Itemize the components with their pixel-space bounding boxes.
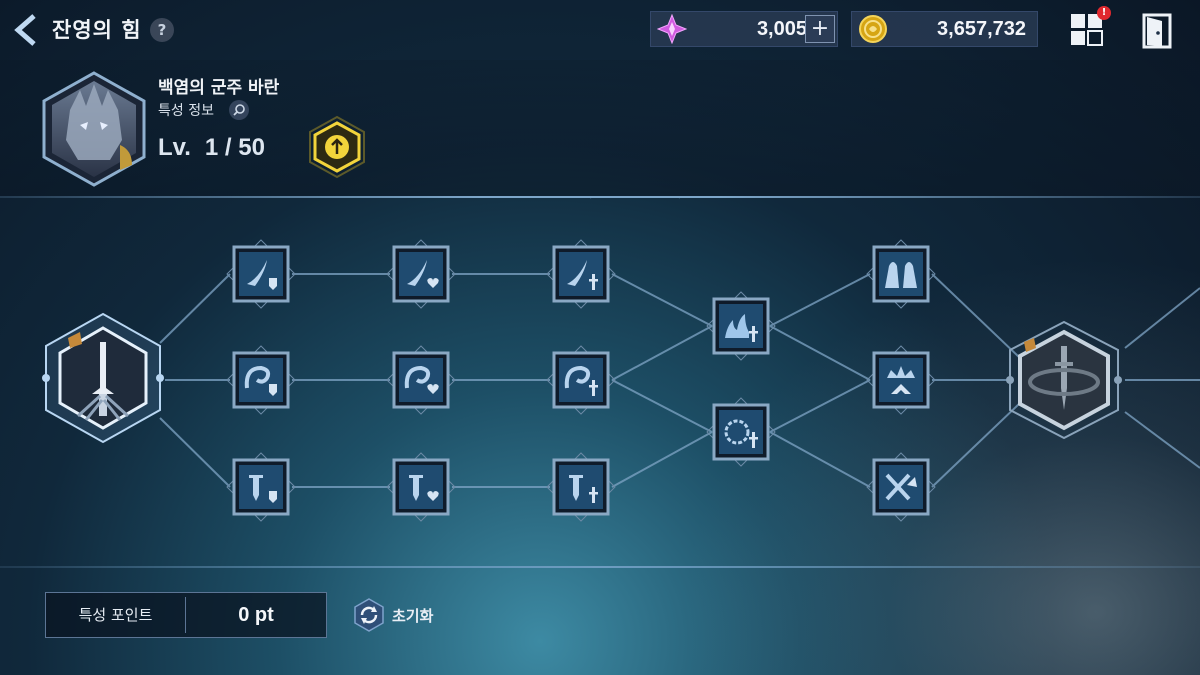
arrow-up-icon — [309, 115, 365, 179]
character-name: 백염의 군주 바란 — [158, 78, 280, 98]
trait-points-value: 0 pt — [238, 603, 274, 626]
gold-currency: 3,657,732 — [851, 11, 1038, 47]
character-avatar — [42, 71, 146, 187]
root-node-greatsword[interactable] — [38, 308, 168, 448]
node-flames-dagger[interactable] — [705, 290, 777, 362]
node-crossed-swords-arrow[interactable] — [865, 451, 937, 523]
sword-slash-dagger-icon — [546, 239, 616, 309]
reset-label: 초기화 — [392, 606, 434, 625]
gold-coin-icon — [859, 15, 887, 43]
gold-amount: 3,657,732 — [937, 17, 1026, 40]
greatsword-vortex-icon — [1006, 320, 1122, 440]
chevron-left-icon — [14, 14, 36, 46]
node-sword-slash-dagger[interactable] — [545, 238, 617, 310]
node-ring-dagger[interactable] — [705, 396, 777, 468]
crossed-swords-arrow-icon — [866, 452, 936, 522]
node-swirl-dagger[interactable] — [545, 344, 617, 416]
character-portrait[interactable] — [40, 70, 148, 188]
node-sword-slash-heart[interactable] — [385, 238, 457, 310]
back-button[interactable] — [10, 12, 44, 48]
node-swirl-shield[interactable] — [225, 344, 297, 416]
trait-info-link[interactable]: 특성 정보 — [158, 100, 214, 120]
refresh-icon — [354, 598, 384, 632]
level-display: Lv. 1 / 50 — [158, 134, 265, 162]
greatsword-icon — [42, 312, 164, 444]
reset-button[interactable]: 초기화 — [352, 597, 433, 633]
node-sword-slash-shield[interactable] — [225, 238, 297, 310]
node-crown-arrow[interactable] — [865, 344, 937, 416]
gem-amount: 3,005 — [756, 17, 807, 40]
hooded-figures-icon — [866, 239, 936, 309]
end-node-greatsword-vortex[interactable] — [1000, 318, 1130, 443]
gem-currency: 3,005 + — [650, 11, 838, 47]
node-sword-dagger[interactable] — [545, 451, 617, 523]
swirl-dagger-icon — [546, 345, 616, 415]
trait-points-panel: 특성 포인트 0 pt — [45, 592, 327, 638]
flames-dagger-icon — [706, 291, 776, 361]
crystal-gem-icon — [657, 14, 687, 44]
talent-tree — [0, 198, 1200, 568]
node-swirl-heart[interactable] — [385, 344, 457, 416]
sword-dagger-icon — [546, 452, 616, 522]
node-sword-shield[interactable] — [225, 451, 297, 523]
sword-heart-icon — [386, 452, 456, 522]
sword-shield-icon — [226, 452, 296, 522]
door-exit-icon — [1142, 13, 1172, 49]
exit-button[interactable] — [1140, 12, 1174, 50]
add-gem-button[interactable]: + — [805, 15, 835, 43]
swirl-shield-icon — [226, 345, 296, 415]
sword-slash-shield-icon — [226, 239, 296, 309]
level-up-button[interactable] — [304, 114, 370, 180]
page-title: 잔영의 힘 — [52, 18, 142, 42]
search-icon[interactable] — [228, 99, 250, 121]
node-sword-heart[interactable] — [385, 451, 457, 523]
notification-badge: ! — [1097, 6, 1111, 20]
level-value: 1 / 50 — [204, 134, 265, 161]
swirl-heart-icon — [386, 345, 456, 415]
help-button[interactable]: ? — [150, 18, 174, 42]
tree-bottom-divider — [0, 566, 1200, 568]
sword-slash-heart-icon — [386, 239, 456, 309]
crown-arrow-icon — [866, 345, 936, 415]
trait-points-label: 특성 포인트 — [46, 597, 186, 633]
node-hooded-figures[interactable] — [865, 238, 937, 310]
ring-dagger-icon — [706, 397, 776, 467]
level-prefix: Lv. — [158, 134, 191, 161]
